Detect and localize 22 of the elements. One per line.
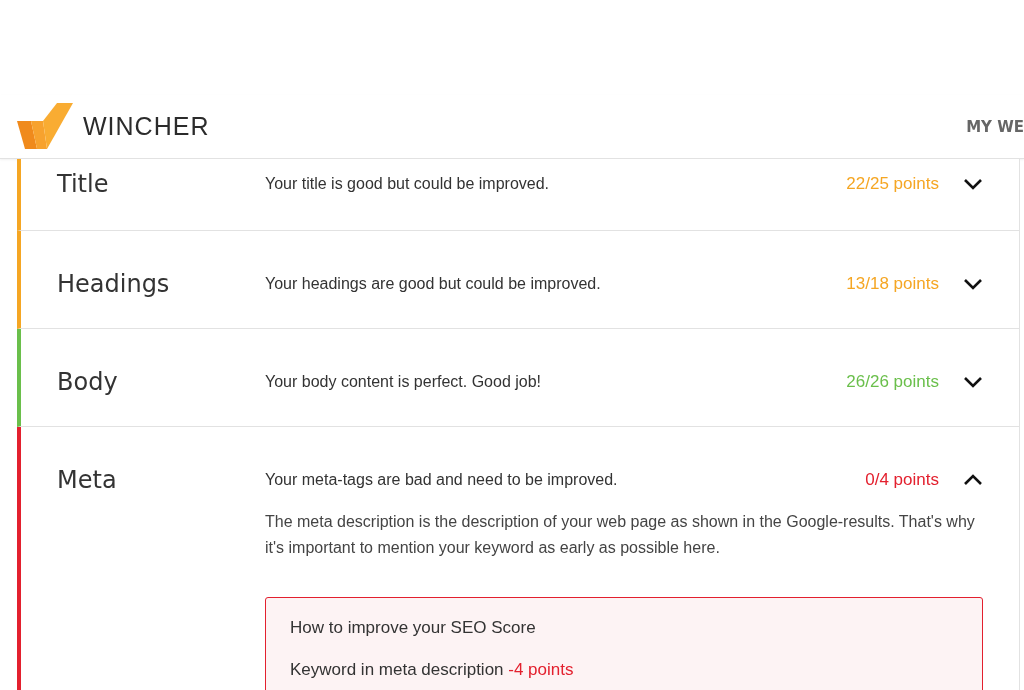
score-text: 22/25 points: [846, 174, 939, 194]
section-summary: Your headings are good but could be improved.: [265, 275, 602, 293]
section-title: Meta: [57, 465, 118, 496]
section-summary: Your body content is perfect. Good job!: [265, 373, 543, 391]
tips-title: How to improve your SEO Score: [290, 618, 537, 638]
logo-icon: [17, 102, 75, 151]
section-summary: Your meta-tags are bad and need to be improved.: [265, 471, 619, 489]
chevron-down-icon[interactable]: [963, 178, 983, 190]
section-description: The meta description is the description of your web page as shown in the Google-results. That's why it's important to mention your keyword as early as possible here.: [265, 512, 976, 558]
chevron-down-icon[interactable]: [963, 376, 983, 388]
section-title: Title: [57, 169, 110, 200]
tip-text: Keyword in meta description -4 points: [290, 660, 575, 680]
section-title: Headings: [57, 269, 171, 300]
section-summary: Your title is good but could be improved.: [265, 175, 551, 193]
section-title: Body: [57, 367, 119, 398]
score-text: 13/18 points: [846, 274, 939, 294]
score-text: 26/26 points: [846, 372, 939, 392]
logo-text[interactable]: WINCHER: [83, 112, 210, 141]
nav-link[interactable]: MY WE: [966, 117, 1024, 136]
chevron-up-icon[interactable]: [963, 474, 983, 486]
chevron-down-icon[interactable]: [963, 278, 983, 290]
score-text: 0/4 points: [865, 470, 939, 490]
